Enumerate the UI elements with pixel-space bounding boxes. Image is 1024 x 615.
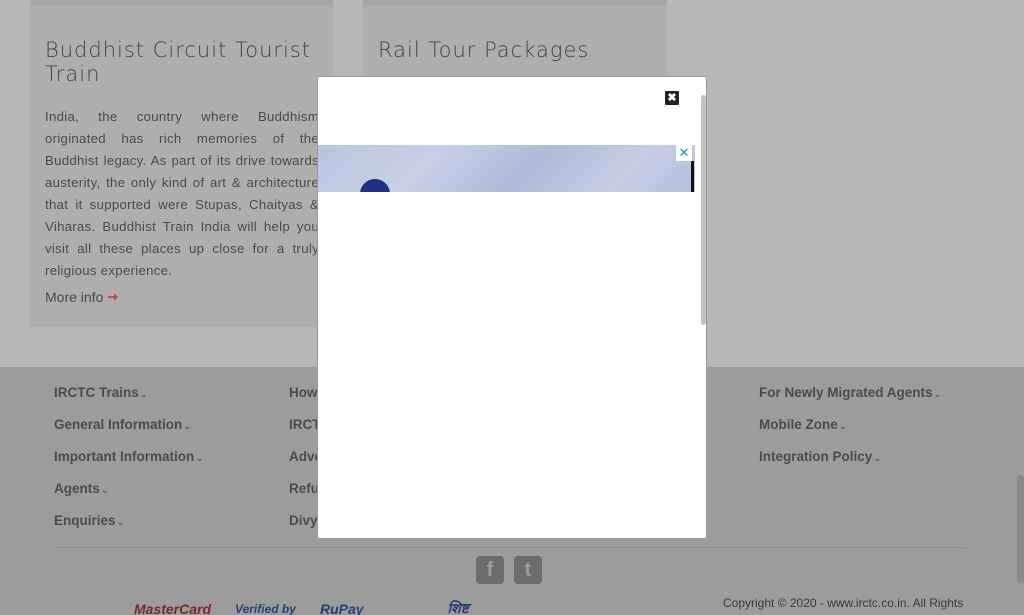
page-scrollbar[interactable] xyxy=(1017,475,1024,583)
more-info-label: More info xyxy=(45,289,104,305)
close-icon[interactable]: ✖ xyxy=(665,91,679,105)
chevron-down-icon: ⌄ xyxy=(933,389,942,400)
mastercard-logo: MasterCard xyxy=(134,600,212,615)
chevron-down-icon: ⌄ xyxy=(873,453,882,464)
footer-link[interactable]: IRCTC Trains⌄ xyxy=(54,385,204,417)
footer-link[interactable]: For Newly Migrated Agents⌄ xyxy=(759,385,942,417)
chevron-down-icon: ⌄ xyxy=(183,421,192,432)
more-info-link[interactable]: More info xyxy=(45,289,119,305)
ad-banner[interactable]: ✕ xyxy=(318,145,695,192)
rupay-logo: RuPay xyxy=(319,600,364,615)
footer-link[interactable]: Mobile Zone⌄ xyxy=(759,417,942,449)
twitter-icon[interactable]: t xyxy=(514,556,542,584)
card-top-strip xyxy=(363,0,667,6)
footer-link[interactable]: Agents⌄ xyxy=(54,481,204,513)
footer-column-4: For Newly Migrated Agents⌄ Mobile Zone⌄ … xyxy=(759,385,942,481)
verified-by-visa-logo: Verified by xyxy=(235,601,296,615)
payment-partner-logos: MasterCard Verified by RuPay शिष्ट xyxy=(54,599,469,615)
card-top-strip xyxy=(30,0,333,6)
chevron-down-icon: ⌄ xyxy=(195,453,204,464)
chevron-down-icon: ⌄ xyxy=(838,421,848,432)
chevron-down-icon: ⌄ xyxy=(100,485,110,496)
chevron-down-icon: ⌄ xyxy=(116,517,125,528)
arrow-right-icon xyxy=(108,293,119,301)
card-title: Buddhist Circuit Tourist Train xyxy=(45,38,312,86)
footer-column-1: IRCTC Trains⌄ General Information⌄ Impor… xyxy=(54,385,204,545)
facebook-icon[interactable]: f xyxy=(476,556,504,584)
chevron-down-icon: ⌄ xyxy=(139,389,149,400)
copyright-text: Copyright © 2020 - www.irctc.co.in. All … xyxy=(723,596,964,610)
ad-graphic xyxy=(360,179,390,192)
buddhist-circuit-card: Buddhist Circuit Tourist Train India, th… xyxy=(30,0,333,327)
footer-divider xyxy=(54,547,966,548)
ad-frame-edge xyxy=(691,161,694,192)
card-title: Rail Tour Packages xyxy=(378,38,590,62)
ad-modal: ✖ ✕ xyxy=(317,76,707,539)
rail-tour-card: Rail Tour Packages xyxy=(363,0,667,76)
partner-logo: शिष्ट xyxy=(447,600,469,615)
footer-link[interactable]: Important Information⌄ xyxy=(54,449,204,481)
footer-link[interactable]: Enquiries⌄ xyxy=(54,513,204,545)
card-description: India, the country where Buddhism origin… xyxy=(45,109,319,278)
footer-link[interactable]: Integration Policy⌄ xyxy=(759,449,942,481)
modal-scrollbar[interactable] xyxy=(701,95,706,325)
ad-close-icon[interactable]: ✕ xyxy=(676,145,692,161)
footer-link[interactable]: General Information⌄ xyxy=(54,417,204,449)
